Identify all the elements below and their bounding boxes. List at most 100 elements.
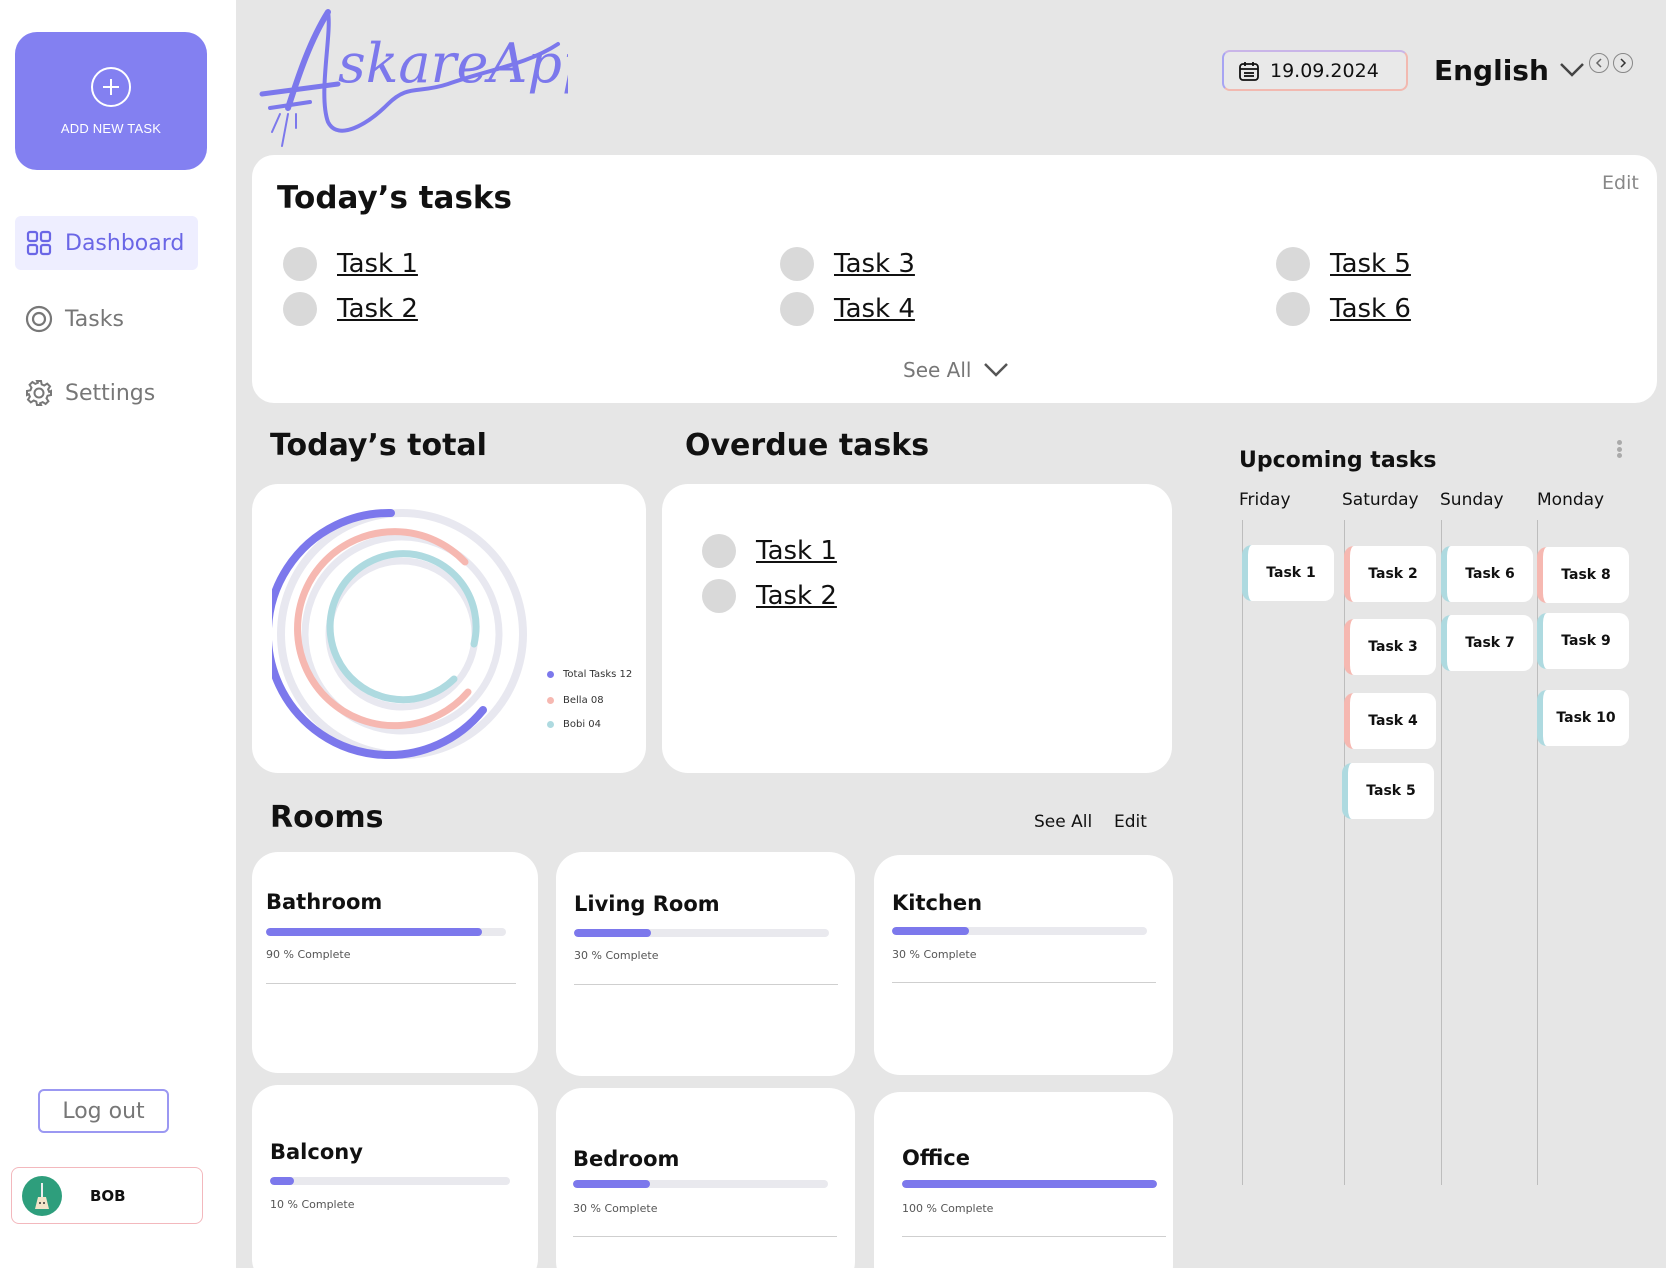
date-value: 19.09.2024 — [1270, 59, 1379, 82]
day-label-saturday: Saturday — [1342, 490, 1419, 510]
room-name: Balcony — [270, 1140, 363, 1164]
overdue-task-item[interactable]: Task 2 — [702, 579, 837, 613]
todays-total-card: Total Tasks 12 Bella 08 Bobi 04 — [252, 484, 646, 773]
today-task-item[interactable]: Task 2 — [283, 292, 418, 326]
sidebar-item-dashboard[interactable]: Dashboard — [15, 216, 198, 270]
room-progress-label: 30 % Complete — [892, 948, 977, 961]
room-progress-fill — [902, 1180, 1157, 1188]
room-card-living-room[interactable]: Living Room 30 % Complete — [556, 852, 855, 1076]
room-progress-label: 30 % Complete — [574, 949, 659, 962]
today-task-item[interactable]: Task 5 — [1276, 247, 1411, 281]
overdue-task-item[interactable]: Task 1 — [702, 534, 837, 568]
room-card-bathroom[interactable]: Bathroom 90 % Complete — [252, 852, 538, 1073]
task-checkbox[interactable] — [1276, 292, 1310, 326]
grid-icon — [25, 229, 53, 257]
day-label-friday: Friday — [1239, 490, 1291, 510]
legend-label: Bobi 04 — [563, 719, 602, 730]
rooms-title: Rooms — [270, 800, 384, 835]
day-divider — [1344, 520, 1345, 1185]
room-progress-label: 90 % Complete — [266, 948, 351, 961]
task-link[interactable]: Task 6 — [1330, 294, 1411, 324]
upcoming-task-card[interactable]: Task 4 — [1344, 693, 1436, 749]
upcoming-task-card[interactable]: Task 1 — [1242, 545, 1334, 601]
upcoming-task-card[interactable]: Task 3 — [1344, 619, 1436, 675]
legend-item-total: Total Tasks 12 — [547, 669, 632, 680]
date-picker[interactable]: 19.09.2024 — [1222, 50, 1408, 91]
upcoming-task-card[interactable]: Task 8 — [1537, 547, 1629, 603]
room-progress-bar — [902, 1180, 1157, 1188]
upcoming-task-card[interactable]: Task 9 — [1537, 613, 1629, 669]
next-arrow-icon[interactable] — [1613, 53, 1633, 73]
today-task-item[interactable]: Task 1 — [283, 247, 418, 281]
rooms-see-all-link[interactable]: See All — [1034, 812, 1092, 832]
task-checkbox[interactable] — [283, 292, 317, 326]
legend-dot — [547, 671, 554, 678]
user-profile-card[interactable]: BOB — [11, 1167, 203, 1224]
plus-circle-icon — [91, 66, 131, 107]
see-all-label: See All — [903, 358, 972, 382]
sidebar-item-label: Settings — [65, 380, 156, 406]
upcoming-task-card[interactable]: Task 7 — [1441, 615, 1533, 671]
task-checkbox[interactable] — [283, 247, 317, 281]
task-checkbox[interactable] — [780, 292, 814, 326]
room-name: Bedroom — [573, 1147, 680, 1171]
legend-dot — [547, 721, 554, 728]
room-progress-bar — [892, 927, 1147, 935]
room-progress-fill — [573, 1180, 650, 1188]
logout-button[interactable]: Log out — [38, 1089, 169, 1133]
sidebar-item-label: Tasks — [65, 306, 124, 332]
progress-rings-chart — [272, 508, 527, 759]
task-checkbox[interactable] — [702, 579, 736, 613]
room-card-balcony[interactable]: Balcony 10 % Complete — [252, 1085, 538, 1268]
divider — [573, 1236, 837, 1237]
legend-dot — [547, 697, 554, 704]
upcoming-task-card[interactable]: Task 10 — [1537, 690, 1629, 746]
task-link[interactable]: Task 5 — [1330, 249, 1411, 279]
room-progress-bar — [270, 1177, 510, 1185]
sidebar-item-settings[interactable]: Settings — [15, 366, 198, 420]
svg-text:skareAppi: skareAppi — [338, 32, 568, 95]
today-task-item[interactable]: Task 6 — [1276, 292, 1411, 326]
day-label-monday: Monday — [1537, 490, 1605, 510]
today-task-item[interactable]: Task 4 — [780, 292, 915, 326]
legend-item-bobi: Bobi 04 — [547, 719, 601, 730]
legend-item-bella: Bella 08 — [547, 695, 604, 706]
task-link[interactable]: Task 2 — [337, 294, 418, 324]
room-progress-label: 100 % Complete — [902, 1202, 994, 1215]
add-new-task-label: ADD NEW TASK — [60, 120, 162, 136]
legend-label: Bella 08 — [563, 695, 604, 706]
see-all-tasks-button[interactable]: See All — [903, 358, 1009, 382]
task-link[interactable]: Task 4 — [834, 294, 915, 324]
task-link[interactable]: Task 1 — [756, 536, 837, 566]
task-link[interactable]: Task 2 — [756, 581, 837, 611]
more-options-icon[interactable] — [1616, 440, 1622, 458]
room-card-kitchen[interactable]: Kitchen 30 % Complete — [874, 855, 1173, 1075]
previous-arrow-icon[interactable] — [1589, 53, 1609, 73]
room-card-bedroom[interactable]: Bedroom 30 % Complete — [556, 1088, 855, 1268]
room-card-office[interactable]: Office 100 % Complete — [874, 1092, 1173, 1268]
sidebar-item-tasks[interactable]: Tasks — [15, 292, 198, 346]
task-link[interactable]: Task 1 — [337, 249, 418, 279]
room-progress-fill — [892, 927, 969, 935]
today-task-item[interactable]: Task 3 — [780, 247, 915, 281]
add-new-task-button[interactable]: ADD NEW TASK — [15, 32, 207, 170]
chevron-down-icon — [1559, 62, 1585, 78]
language-selector[interactable]: English — [1434, 50, 1585, 90]
task-checkbox[interactable] — [702, 534, 736, 568]
task-checkbox[interactable] — [780, 247, 814, 281]
todays-tasks-edit-link[interactable]: Edit — [1602, 172, 1639, 194]
chevron-down-icon — [983, 362, 1009, 378]
rooms-edit-link[interactable]: Edit — [1114, 812, 1147, 832]
divider — [902, 1236, 1166, 1237]
upcoming-task-card[interactable]: Task 6 — [1441, 546, 1533, 602]
legend-label: Total Tasks 12 — [563, 669, 633, 680]
task-link[interactable]: Task 3 — [834, 249, 915, 279]
room-progress-label: 30 % Complete — [573, 1202, 658, 1215]
sidebar: ADD NEW TASK Dashboard Tasks Settings Lo… — [0, 0, 236, 1268]
divider — [892, 982, 1156, 983]
upcoming-task-card[interactable]: Task 5 — [1342, 763, 1434, 819]
target-icon — [25, 305, 53, 333]
task-checkbox[interactable] — [1276, 247, 1310, 281]
room-progress-label: 10 % Complete — [270, 1198, 355, 1211]
upcoming-task-card[interactable]: Task 2 — [1344, 546, 1436, 602]
